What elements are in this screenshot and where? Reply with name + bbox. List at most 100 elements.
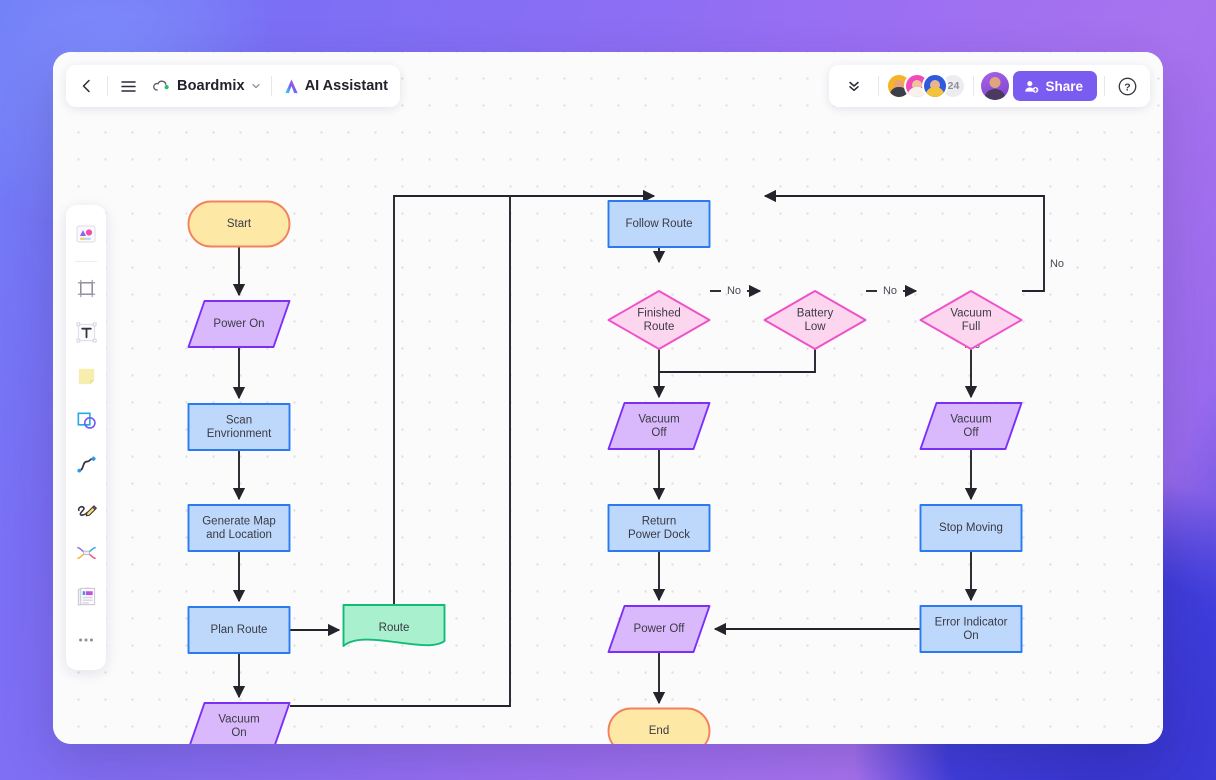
frame-crop-icon (77, 279, 95, 297)
node-label: Route (379, 622, 410, 634)
node-label: Envrionment (207, 428, 272, 440)
flow-node-stop[interactable]: Stop Moving (919, 504, 1023, 552)
ai-sparkle-icon (285, 78, 298, 93)
collaborator-avatars[interactable]: 24 (886, 73, 967, 99)
flow-node-power_on[interactable]: Power On (187, 300, 291, 348)
flow-node-vac_off_l[interactable]: Vacuum Off (607, 402, 711, 450)
sidebar-item-frame[interactable] (70, 272, 102, 304)
collapse-button[interactable] (837, 69, 871, 103)
flow-node-vac_off_r[interactable]: Vacuum Off (919, 402, 1023, 450)
flowchart-canvas[interactable]: No No No Yes Yes Start Power On Scan Envrio… (53, 52, 1163, 744)
flow-node-vacfull[interactable]: Vacuum Full (919, 290, 1023, 350)
curved-connector-icon (76, 455, 96, 473)
boardmix-cloud-logo-icon (153, 80, 169, 91)
brand-name: Boardmix (177, 78, 245, 94)
current-user-avatar[interactable] (981, 72, 1010, 100)
node-label: Finished (637, 307, 680, 319)
left-tool-rail (66, 205, 106, 670)
share-label: Share (1045, 78, 1083, 94)
flow-node-return[interactable]: Return Power Dock (607, 504, 711, 552)
sidebar-item-connector[interactable] (70, 448, 102, 480)
flow-nodes[interactable]: Start Power On Scan Envrionment Generate Map… (187, 200, 1023, 745)
sidebar-item-templates[interactable] (70, 218, 102, 250)
toolbar-divider-1 (107, 76, 108, 96)
flow-node-route[interactable]: Route (342, 604, 446, 647)
node-label: End (649, 725, 669, 737)
chevron-left-icon (82, 79, 90, 93)
node-label: Stop Moving (939, 522, 1003, 534)
flow-edge-labels: No No No Yes Yes (650, 258, 1064, 351)
node-label: Return (642, 515, 677, 527)
pen-scribble-icon (77, 504, 97, 516)
sidebar-item-text[interactable] (70, 316, 102, 348)
text-T-icon (76, 322, 96, 342)
toolbar-divider-2 (270, 76, 272, 96)
sticky-note-icon (78, 368, 94, 384)
top-left-toolbar: Boardmix AI Assistant (66, 65, 400, 107)
edge-vacfull-no-follow (763, 189, 1045, 292)
node-label: Low (804, 321, 826, 333)
node-label: Scan (226, 414, 252, 426)
sidebar-item-sticky-note[interactable] (70, 360, 102, 392)
sidebar-item-pen[interactable] (70, 492, 102, 524)
flow-node-scan[interactable]: Scan Envrionment (187, 403, 291, 451)
node-label: Vacuum (950, 413, 991, 425)
node-label: Vacuum (950, 307, 991, 319)
edge-label-no-1: No (727, 285, 741, 297)
flow-node-error[interactable]: Error Indicator On (919, 605, 1023, 653)
flow-node-genmap[interactable]: Generate Map and Location (187, 504, 291, 552)
node-label: Battery (797, 307, 834, 319)
sidebar-item-document[interactable] (70, 580, 102, 612)
top-right-toolbar: 24 Share ? (829, 65, 1150, 107)
node-label: Plan Route (211, 624, 268, 636)
flow-node-vac_on[interactable]: Vacuum On (189, 702, 291, 744)
edge-label-no-3: No (1050, 258, 1064, 270)
node-label: Full (962, 321, 981, 333)
sidebar-item-more[interactable] (70, 624, 102, 656)
ai-assistant-button[interactable]: AI Assistant (275, 69, 396, 103)
templates-board-icon (76, 225, 96, 243)
mindmap-nodes-icon (76, 546, 96, 559)
node-label: On (963, 630, 978, 642)
edge-route-follow (393, 195, 601, 605)
flow-node-end[interactable]: End (607, 707, 711, 745)
question-mark-help-icon: ? (1118, 77, 1136, 95)
brand-menu[interactable]: Boardmix (145, 69, 268, 103)
document-pages-icon (77, 586, 95, 606)
flow-node-follow[interactable]: Follow Route (607, 200, 711, 248)
flow-node-power_off[interactable]: Power Off (607, 605, 711, 653)
node-label: Off (651, 427, 667, 439)
node-label: Power Off (634, 623, 686, 635)
svg-text:?: ? (1124, 81, 1130, 93)
flow-node-plan[interactable]: Plan Route (187, 606, 291, 654)
hamburger-menu-icon (120, 80, 136, 92)
node-label: Generate Map (202, 515, 276, 527)
share-button[interactable]: Share (1013, 71, 1097, 101)
flow-node-finished[interactable]: Finished Route (607, 290, 711, 350)
edge-battery-yes-vacoff (659, 349, 816, 373)
node-label: Error Indicator (935, 616, 1008, 628)
node-label: Power Dock (628, 529, 690, 541)
share-person-icon (1025, 80, 1039, 93)
node-label: Power On (213, 318, 264, 330)
edge-label-no-2: No (883, 285, 897, 297)
node-label: Vacuum (218, 713, 259, 725)
help-button[interactable]: ? (1112, 71, 1142, 101)
sidebar-item-shapes[interactable] (70, 404, 102, 436)
flow-node-battery[interactable]: Battery Low (763, 290, 867, 350)
node-label: Follow Route (625, 218, 692, 230)
square-circle-shapes-icon (77, 411, 96, 429)
node-label: On (231, 727, 246, 739)
avatar[interactable] (922, 73, 949, 99)
menu-button[interactable] (111, 69, 145, 103)
chevron-down-icon (252, 84, 260, 89)
toolbar-divider-4 (973, 76, 975, 96)
node-label: Start (227, 218, 252, 230)
back-button[interactable] (70, 69, 104, 103)
toolbar-divider-5 (1104, 76, 1105, 96)
rail-divider (75, 261, 97, 262)
toolbar-divider-3 (878, 76, 880, 96)
flow-node-start[interactable]: Start (187, 200, 291, 248)
sidebar-item-mindmap[interactable] (70, 536, 102, 568)
double-chevron-down-icon (849, 81, 860, 92)
